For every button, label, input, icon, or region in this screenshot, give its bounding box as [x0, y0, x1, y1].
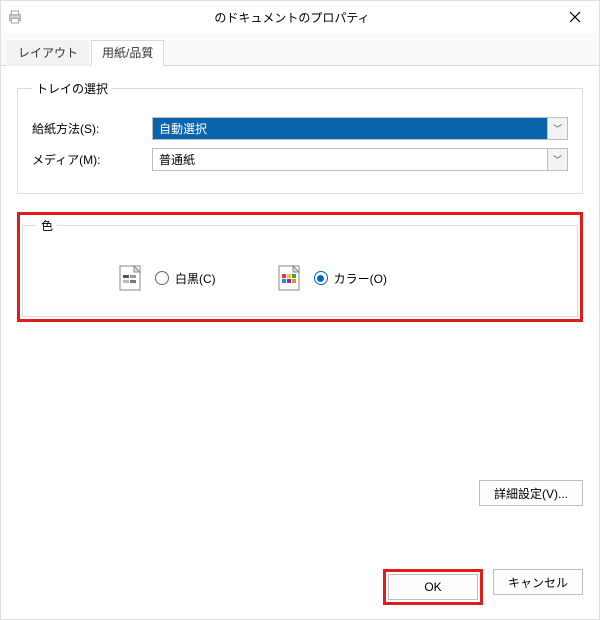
color-document-icon	[276, 264, 304, 292]
bw-radio[interactable]	[155, 271, 169, 285]
tab-paper-quality[interactable]: 用紙/品質	[91, 40, 164, 66]
color-group: 色	[22, 217, 578, 317]
ok-button[interactable]: OK	[388, 574, 478, 600]
ok-button-highlight: OK	[383, 569, 483, 605]
close-icon	[569, 11, 581, 23]
media-select[interactable]: 普通紙 ﹀	[152, 148, 568, 171]
spacer	[17, 340, 583, 480]
tray-legend: トレイの選択	[32, 80, 112, 97]
color-legend: 色	[37, 217, 57, 234]
paper-source-row: 給紙方法(S): 自動選択 ﹀	[32, 117, 568, 140]
color-option[interactable]: カラー(O)	[276, 264, 387, 292]
bw-radio-label: 白黒(C)	[155, 270, 216, 287]
cancel-button[interactable]: キャンセル	[493, 569, 583, 595]
chevron-down-icon: ﹀	[547, 118, 567, 139]
paper-source-select[interactable]: 自動選択 ﹀	[152, 117, 568, 140]
color-radio[interactable]	[314, 271, 328, 285]
bw-label-text: 白黒(C)	[175, 270, 216, 287]
media-value: 普通紙	[153, 149, 547, 170]
titlebar: のドキュメントのプロパティ	[1, 1, 599, 33]
advanced-row: 詳細設定(V)...	[17, 480, 583, 506]
print-properties-dialog: のドキュメントのプロパティ レイアウト 用紙/品質 トレイの選択 給紙方法(S)…	[0, 0, 600, 620]
color-group-highlight: 色	[17, 212, 583, 322]
window-title: のドキュメントのプロパティ	[29, 9, 555, 26]
chevron-down-icon: ﹀	[547, 149, 567, 170]
tab-content: トレイの選択 給紙方法(S): 自動選択 ﹀ メディア(M): 普通紙 ﹀ 色	[1, 66, 599, 559]
printer-icon	[5, 7, 25, 27]
close-button[interactable]	[555, 3, 595, 31]
color-label-text: カラー(O)	[334, 270, 387, 287]
advanced-button[interactable]: 詳細設定(V)...	[479, 480, 583, 506]
color-options-row: 白黒(C)	[37, 264, 563, 292]
dialog-footer: OK キャンセル	[1, 559, 599, 619]
tab-bar: レイアウト 用紙/品質	[1, 33, 599, 66]
media-row: メディア(M): 普通紙 ﹀	[32, 148, 568, 171]
color-radio-label: カラー(O)	[314, 270, 387, 287]
media-label: メディア(M):	[32, 151, 152, 168]
tray-selection-group: トレイの選択 給紙方法(S): 自動選択 ﹀ メディア(M): 普通紙 ﹀	[17, 80, 583, 194]
bw-document-icon	[117, 264, 145, 292]
bw-option[interactable]: 白黒(C)	[117, 264, 216, 292]
tab-layout[interactable]: レイアウト	[7, 40, 89, 66]
paper-source-value: 自動選択	[153, 118, 547, 139]
paper-source-label: 給紙方法(S):	[32, 120, 152, 137]
